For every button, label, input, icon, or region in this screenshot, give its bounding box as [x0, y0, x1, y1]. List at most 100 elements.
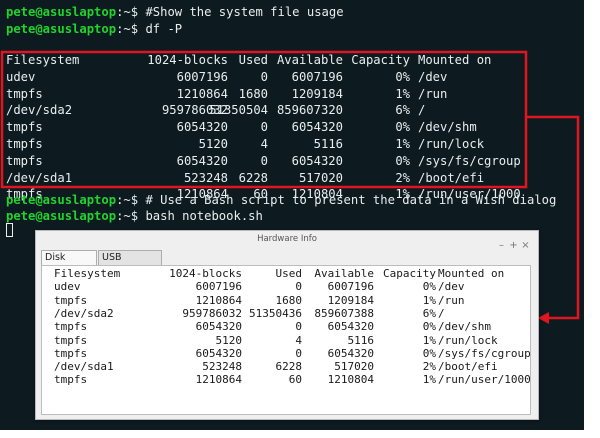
terminal-line: pete@asuslaptop:~$ bash notebook.sh — [6, 208, 263, 224]
prompt-path: ~ — [123, 193, 131, 207]
table-cell: 4 — [295, 333, 302, 347]
table-cell: 0 — [295, 280, 302, 294]
table-row: /dev/sda2 959786032 51350504 859607320 6% / — [6, 102, 566, 118]
table-row: tmpfs 6054320 0 6054320 0%/dev/shm — [6, 119, 566, 135]
table-cell: 859607388 — [314, 306, 374, 320]
table-cell: 0% — [395, 153, 410, 168]
table-cell: tmpfs — [54, 333, 88, 347]
table-cell: /dev — [438, 280, 465, 294]
table-row: /dev/sda1 523248 6228 517020 2%/boot/efi — [54, 360, 524, 373]
table-cell: /dev/shm — [438, 320, 491, 334]
column-header: Used — [238, 53, 268, 67]
maximize-icon[interactable]: + — [509, 239, 518, 252]
table-cell: tmpfs — [54, 373, 88, 387]
table-cell: 6% — [422, 306, 436, 320]
table-cell: 1% — [422, 373, 436, 387]
column-header: Used — [275, 267, 303, 280]
table-row: tmpfs 6054320 0 6054320 0%/dev/shm — [54, 320, 524, 333]
tab-usb-devices[interactable]: USB Devices — [98, 250, 162, 277]
hardware-info-dialog[interactable]: Hardware Info –+× Disk Usage USB Devices… — [35, 230, 539, 420]
table-cell: /run/lock — [418, 137, 485, 151]
minimize-icon[interactable]: – — [497, 239, 506, 252]
table-cell: udev — [6, 69, 36, 84]
table-cell: tmpfs — [6, 120, 43, 135]
table-cell: / — [438, 306, 445, 320]
column-header: Capacity — [351, 53, 410, 67]
table-cell: 0% — [422, 346, 436, 360]
table-cell: 1% — [422, 333, 436, 347]
table-cell: tmpfs — [6, 153, 43, 168]
table-cell: 60 — [288, 373, 302, 387]
column-header: Mounted on — [438, 267, 505, 280]
prompt-symbol: $ — [130, 22, 139, 36]
table-cell: 6054320 — [327, 346, 374, 360]
prompt-user-host: pete@asuslaptop — [6, 209, 117, 223]
table-cell: 5116 — [313, 137, 343, 151]
prompt-user-host: pete@asuslaptop — [6, 22, 117, 36]
table-cell: 6054320 — [327, 320, 374, 334]
table-row: tmpfs 6054320 0 6054320 0%/sys/fs/cgroup — [6, 153, 566, 169]
table-cell: 0 — [260, 153, 268, 168]
table-row: tmpfs 5120 4 5116 1%/run/lock — [54, 334, 524, 347]
table-cell: 1% — [395, 137, 410, 151]
table-cell: 51350504 — [209, 103, 268, 118]
tab-disk-usage[interactable]: Disk Usage — [41, 250, 97, 277]
window-controls: – + × — [494, 233, 530, 251]
table-cell: 1209184 — [327, 293, 374, 307]
table-cell: / — [418, 103, 426, 118]
column-header: Available — [276, 53, 343, 67]
terminal-line: pete@asuslaptop:~$ # Use a Bash script t… — [6, 192, 556, 208]
column-header: Capacity — [383, 267, 436, 280]
close-icon[interactable]: × — [521, 239, 530, 252]
table-row: /dev/sda1 523248 6228 517020 2%/boot/efi — [6, 170, 566, 186]
table-cell: 0% — [422, 280, 436, 294]
table-cell: tmpfs — [54, 346, 88, 360]
table-cell: 0 — [295, 320, 302, 334]
table-cell: 6228 — [275, 360, 303, 374]
table-row: udev 6007196 0 6007196 0%/dev — [6, 69, 566, 85]
table-cell: /dev/sda1 — [54, 360, 114, 374]
table-header-row: Filesystem 1024-blocks Used Available Capaci… — [54, 267, 524, 280]
table-cell: 0 — [295, 346, 302, 360]
table-cell: tmpfs — [54, 293, 88, 307]
table-cell: 6007196 — [327, 280, 374, 294]
table-cell: 6228 — [238, 170, 268, 185]
table-cell: 0 — [260, 69, 268, 84]
dialog-title: Hardware Info — [257, 234, 317, 244]
prompt-path: ~ — [123, 22, 131, 36]
terminal-line: pete@asuslaptop:~$ df -P — [6, 21, 182, 37]
table-row: /dev/sda2 959786032 51350436 859607388 6% / — [54, 307, 524, 320]
table-cell: 6007196 — [291, 69, 343, 84]
table-cell: 1210804 — [327, 373, 374, 387]
prompt-user-host: pete@asuslaptop — [6, 193, 117, 207]
table-cell: /sys/fs/cgroup — [418, 153, 521, 168]
table-cell: /run/user/1000 — [438, 373, 531, 387]
command-text: bash notebook.sh — [145, 209, 263, 223]
table-cell: 6% — [395, 103, 410, 118]
table-cell: /run — [418, 86, 448, 101]
table-cell: /dev — [418, 69, 448, 84]
table-cell: /boot/efi — [438, 360, 498, 374]
table-row: tmpfs 5120 4 5116 1%/run/lock — [6, 136, 566, 152]
table-row: udev 6007196 0 6007196 0%/dev — [54, 280, 524, 293]
command-text: # Use a Bash script to present the data … — [145, 193, 557, 207]
table-cell: 0 — [260, 120, 268, 135]
table-row: tmpfs 1210864 1680 1209184 1%/run — [54, 294, 524, 307]
table-cell: tmpfs — [54, 320, 88, 334]
table-cell: 859607320 — [276, 103, 343, 118]
table-cell: /boot/efi — [418, 170, 485, 185]
table-cell: 1680 — [275, 293, 303, 307]
table-cell: 517020 — [298, 170, 343, 185]
table-cell: udev — [54, 280, 81, 294]
command-text: #Show the system file usage — [145, 5, 344, 19]
table-cell: 517020 — [334, 360, 374, 374]
table-cell: /run/lock — [438, 333, 498, 347]
table-cell: 6054320 — [291, 120, 343, 135]
prompt-path: ~ — [123, 209, 131, 223]
prompt-symbol: $ — [130, 209, 139, 223]
prompt-user-host: pete@asuslaptop — [6, 5, 117, 19]
table-cell: /dev/sda2 — [6, 103, 73, 118]
table-cell: 1% — [395, 86, 410, 101]
column-header: Mounted on — [418, 53, 492, 67]
table-cell: 1209184 — [291, 86, 343, 101]
